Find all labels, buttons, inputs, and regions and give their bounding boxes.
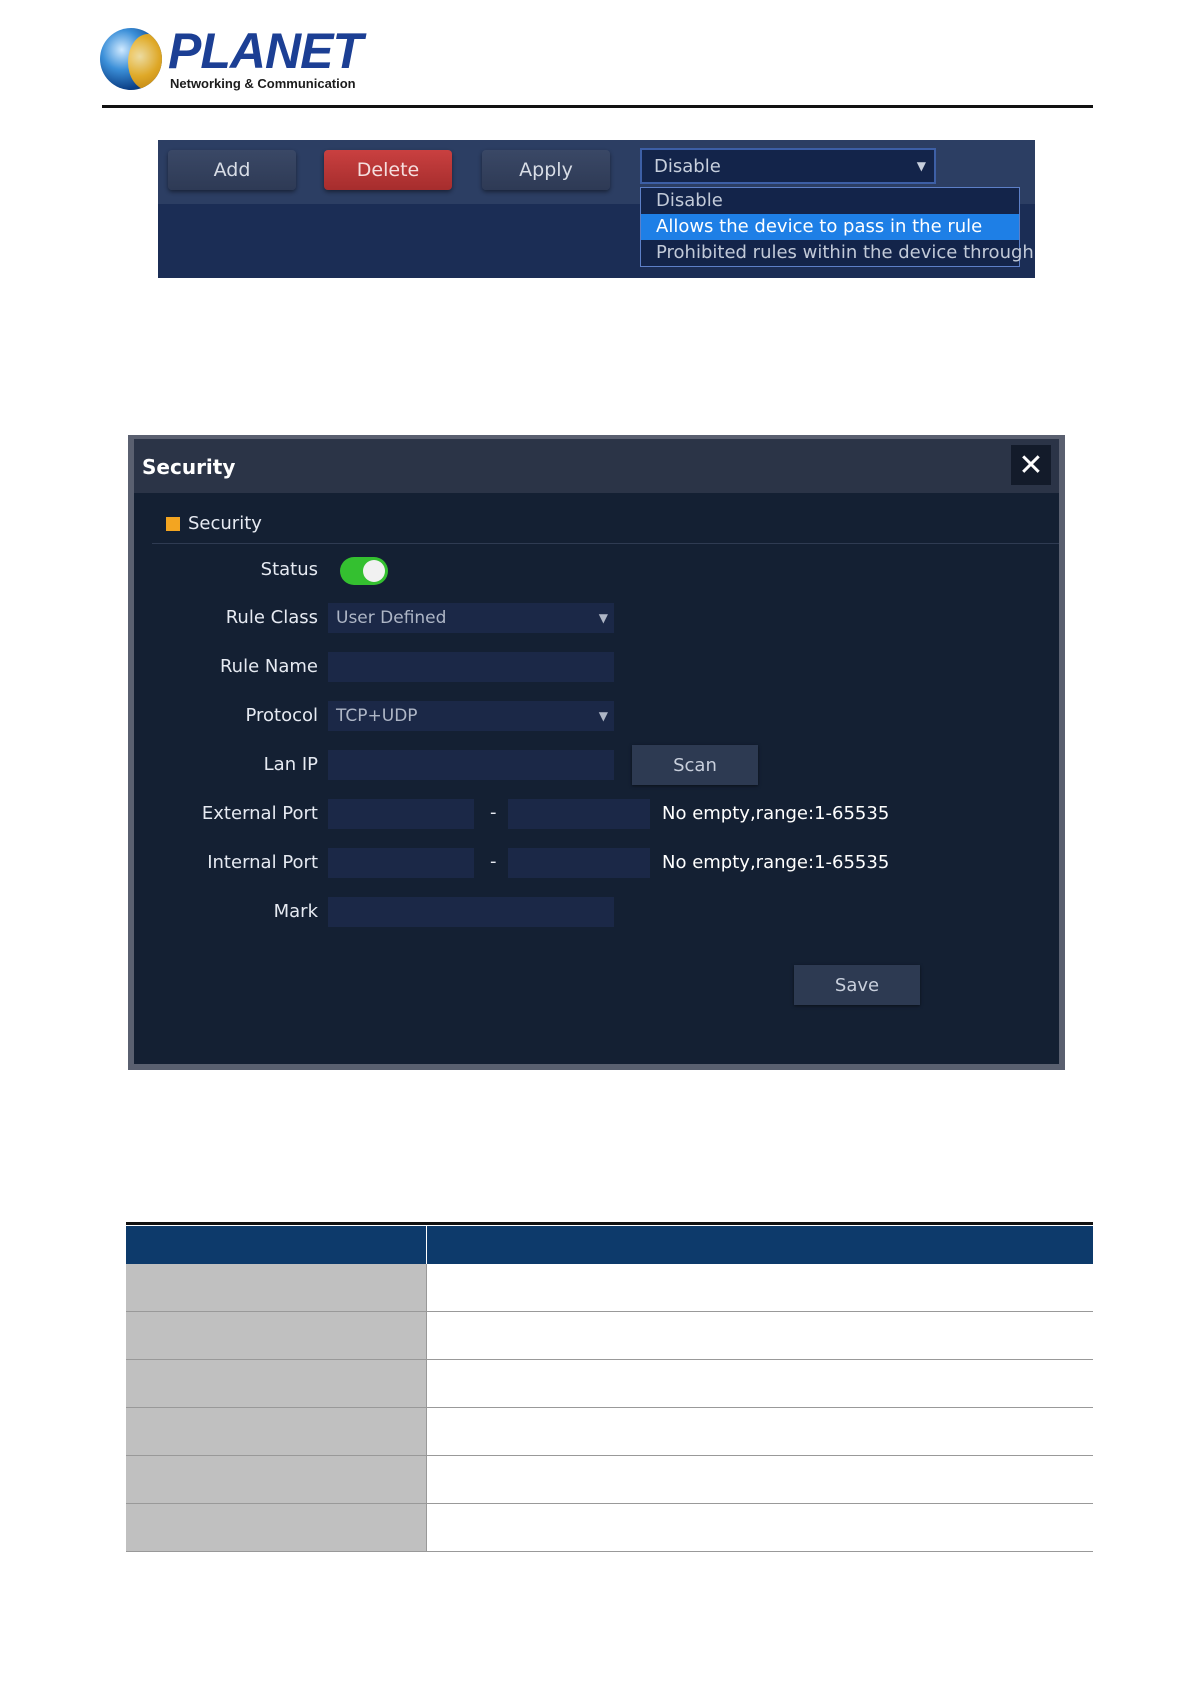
protocol-label: Protocol bbox=[245, 705, 318, 726]
scan-button[interactable]: Scan bbox=[632, 745, 758, 785]
table-cell-description bbox=[426, 1264, 1093, 1311]
rule-class-value: User Defined bbox=[336, 608, 447, 628]
table-cell-description bbox=[426, 1504, 1093, 1551]
table-cell-description bbox=[426, 1312, 1093, 1359]
table-row bbox=[126, 1408, 1093, 1456]
security-dialog-screenshot: Security ✕ Security Status Rule Class Us… bbox=[128, 435, 1065, 1070]
table-cell-object bbox=[126, 1456, 426, 1503]
section-divider bbox=[152, 543, 1059, 544]
toolbar-screenshot: Add Delete Apply Disable ▼ Disable Allow… bbox=[158, 140, 1035, 278]
lan-ip-input[interactable] bbox=[328, 750, 614, 780]
rule-class-select[interactable]: User Defined ▼ bbox=[328, 603, 614, 633]
table-cell-description bbox=[426, 1408, 1093, 1455]
chevron-down-icon: ▼ bbox=[916, 159, 926, 173]
table-cell-object bbox=[126, 1360, 426, 1407]
close-icon[interactable]: ✕ bbox=[1011, 445, 1051, 485]
rule-name-label: Rule Name bbox=[219, 656, 318, 677]
dialog-title: Security bbox=[142, 455, 236, 479]
status-toggle[interactable] bbox=[340, 557, 388, 585]
delete-button[interactable]: Delete bbox=[324, 150, 452, 190]
planet-logo: PLANET Networking & Communication bbox=[100, 23, 363, 96]
table-row bbox=[126, 1360, 1093, 1408]
security-dialog: Security ✕ Security Status Rule Class Us… bbox=[134, 439, 1059, 1064]
status-label: Status bbox=[260, 559, 318, 580]
table-row bbox=[126, 1312, 1093, 1360]
table-cell-object bbox=[126, 1408, 426, 1455]
rule-class-label: Rule Class bbox=[225, 607, 318, 628]
toggle-knob bbox=[363, 560, 385, 582]
section-marker-icon bbox=[166, 516, 180, 531]
internal-port-separator: - bbox=[490, 851, 497, 872]
table-header-divider bbox=[426, 1226, 427, 1264]
brand-name: PLANET bbox=[168, 23, 363, 79]
rule-name-input[interactable] bbox=[328, 652, 614, 682]
external-port-separator: - bbox=[490, 802, 497, 823]
internal-port-label: Internal Port bbox=[207, 852, 318, 873]
dropdown-option[interactable]: Disable bbox=[641, 188, 1019, 214]
table-cell-object bbox=[126, 1264, 426, 1311]
mark-input[interactable] bbox=[328, 897, 614, 927]
apply-button[interactable]: Apply bbox=[482, 150, 610, 190]
lan-ip-label: Lan IP bbox=[263, 754, 318, 775]
table-header bbox=[126, 1226, 1093, 1264]
table-cell-object bbox=[126, 1312, 426, 1359]
dialog-header: Security ✕ bbox=[134, 439, 1059, 493]
add-button[interactable]: Add bbox=[168, 150, 296, 190]
external-port-hint: No empty,range:1-65535 bbox=[662, 803, 890, 824]
external-port-label: External Port bbox=[201, 803, 318, 824]
table-row bbox=[126, 1264, 1093, 1312]
mode-dropdown-list: Disable Allows the device to pass in the… bbox=[640, 187, 1034, 267]
section-label: Security bbox=[188, 513, 262, 534]
table-cell-object bbox=[126, 1504, 426, 1551]
internal-port-end-input[interactable] bbox=[508, 848, 650, 878]
table-cell-description bbox=[426, 1456, 1093, 1503]
globe-icon bbox=[100, 28, 162, 90]
protocol-select[interactable]: TCP+UDP ▼ bbox=[328, 701, 614, 731]
external-port-start-input[interactable] bbox=[328, 799, 474, 829]
dropdown-option[interactable]: Prohibited rules within the device throu… bbox=[641, 240, 1034, 266]
table-row bbox=[126, 1456, 1093, 1504]
table-top-rule bbox=[126, 1222, 1093, 1225]
brand-tagline: Networking & Communication bbox=[170, 76, 356, 91]
chevron-down-icon: ▼ bbox=[598, 709, 608, 723]
mode-select[interactable]: Disable ▼ bbox=[640, 148, 936, 184]
internal-port-hint: No empty,range:1-65535 bbox=[662, 852, 890, 873]
table-row bbox=[126, 1504, 1093, 1552]
external-port-end-input[interactable] bbox=[508, 799, 650, 829]
table-cell-description bbox=[426, 1360, 1093, 1407]
save-button[interactable]: Save bbox=[794, 965, 920, 1005]
protocol-value: TCP+UDP bbox=[336, 706, 418, 726]
header-divider bbox=[102, 105, 1093, 108]
mark-label: Mark bbox=[273, 901, 318, 922]
section-heading: Security bbox=[166, 513, 262, 534]
chevron-down-icon: ▼ bbox=[598, 611, 608, 625]
dropdown-option-highlighted[interactable]: Allows the device to pass in the rule bbox=[641, 214, 1019, 240]
internal-port-start-input[interactable] bbox=[328, 848, 474, 878]
mode-select-value: Disable bbox=[654, 155, 721, 177]
